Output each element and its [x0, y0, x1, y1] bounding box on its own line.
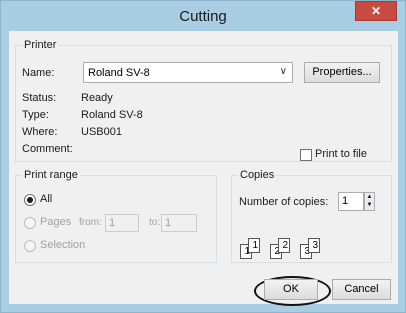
to-input[interactable]: 1	[161, 214, 197, 232]
copies-group: Copies Number of copies: 1 ▲ ▼ 1 1 2 2 3…	[231, 169, 392, 263]
print-to-file-checkbox[interactable]	[300, 149, 312, 161]
collate-icon: 1 1 2 2 3 3	[238, 233, 322, 261]
copies-input[interactable]: 1	[338, 192, 364, 211]
type-value: Roland SV-8	[81, 109, 143, 121]
to-label: to:	[149, 217, 161, 228]
printer-name-select[interactable]: Roland SV-8 ∨	[83, 62, 293, 83]
title-bar[interactable]: Cutting ✕	[1, 1, 405, 31]
status-value: Ready	[81, 92, 113, 104]
copies-value: 1	[342, 195, 349, 207]
copies-legend: Copies	[238, 169, 277, 181]
collate-page: 3	[308, 238, 320, 253]
print-range-group: Print range All Pages from: 1 to: 1 Sele…	[15, 169, 217, 263]
print-dialog-window: Cutting ✕ Printer Name: Roland SV-8 ∨ Pr…	[0, 0, 406, 313]
pages-label[interactable]: Pages	[40, 216, 71, 228]
cancel-button-label: Cancel	[344, 283, 379, 295]
from-input[interactable]: 1	[105, 214, 139, 232]
all-label[interactable]: All	[40, 193, 52, 205]
printer-group: Printer Name: Roland SV-8 ∨ Properties..…	[15, 39, 392, 162]
ok-button-label: OK	[283, 283, 299, 295]
dialog-body: Printer Name: Roland SV-8 ∨ Properties..…	[9, 31, 398, 306]
where-label: Where:	[22, 126, 58, 138]
status-label: Status:	[22, 92, 57, 104]
chevron-down-icon: ∨	[279, 66, 287, 77]
printer-name-value: Roland SV-8	[88, 67, 150, 79]
where-value: USB001	[81, 126, 122, 138]
copies-spinner[interactable]: ▲ ▼	[364, 192, 375, 211]
ok-button[interactable]: OK	[264, 279, 318, 300]
properties-button-label: Properties...	[312, 66, 372, 78]
collate-page: 2	[278, 238, 290, 253]
type-label: Type:	[22, 109, 49, 121]
name-label: Name:	[22, 67, 55, 79]
from-value: 1	[109, 217, 116, 229]
window-title: Cutting	[179, 8, 227, 25]
number-of-copies-label: Number of copies:	[239, 196, 329, 208]
collate-page: 1	[248, 238, 260, 253]
print-range-legend: Print range	[22, 169, 80, 181]
properties-button[interactable]: Properties...	[304, 62, 380, 83]
to-value: 1	[165, 217, 172, 229]
from-label: from:	[79, 217, 102, 228]
comment-label: Comment:	[22, 143, 73, 155]
close-button[interactable]: ✕	[355, 1, 397, 21]
selection-radio[interactable]	[24, 240, 36, 252]
print-to-file-label[interactable]: Print to file	[315, 148, 367, 160]
printer-legend: Printer	[22, 39, 59, 51]
selection-label[interactable]: Selection	[40, 239, 85, 251]
spin-down-icon[interactable]: ▼	[365, 201, 374, 209]
spin-up-icon[interactable]: ▲	[365, 193, 374, 201]
pages-radio[interactable]	[24, 217, 36, 229]
cancel-button[interactable]: Cancel	[332, 279, 391, 300]
all-radio[interactable]	[24, 194, 36, 206]
close-icon: ✕	[370, 4, 382, 18]
